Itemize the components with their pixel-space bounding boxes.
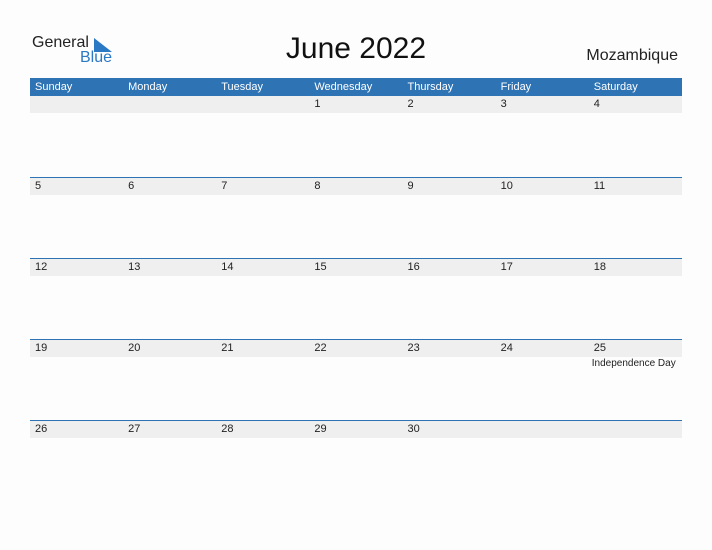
weekday-wednesday: Wednesday — [314, 81, 373, 93]
day-number: 25 — [593, 342, 606, 354]
holiday-event — [403, 357, 496, 371]
day-number: 14 — [221, 261, 234, 273]
day-number: 4 — [593, 98, 600, 110]
week-row: 5 6 7 8 9 10 11 — [30, 177, 682, 259]
events-row: Independence Day — [30, 357, 682, 371]
day-number: 5 — [35, 180, 42, 192]
day-number: 21 — [221, 342, 234, 354]
day-number: 30 — [407, 423, 420, 435]
day-number: 24 — [500, 342, 513, 354]
day-number: 3 — [500, 98, 507, 110]
day-number — [589, 421, 682, 438]
day-number — [496, 421, 589, 438]
day-number: 28 — [221, 423, 234, 435]
date-strip: 26 27 28 29 30 — [30, 421, 682, 438]
day-number: 2 — [407, 98, 414, 110]
day-number — [216, 96, 309, 113]
day-number: 19 — [35, 342, 48, 354]
day-number: 8 — [314, 180, 321, 192]
day-number — [30, 96, 123, 113]
holiday-event: Independence Day — [591, 358, 676, 369]
country-label: Mozambique — [586, 47, 678, 64]
weekday-sunday: Sunday — [35, 81, 73, 93]
holiday-event — [496, 357, 589, 371]
holiday-event — [309, 357, 402, 371]
day-number: 6 — [128, 180, 135, 192]
day-number: 20 — [128, 342, 141, 354]
day-number: 9 — [407, 180, 414, 192]
week-row: 1 2 3 4 — [30, 96, 682, 177]
week-row: 12 13 14 15 16 17 18 — [30, 258, 682, 340]
day-number: 29 — [314, 423, 327, 435]
day-number: 18 — [593, 261, 606, 273]
day-number: 22 — [314, 342, 327, 354]
weekday-thursday: Thursday — [407, 81, 454, 93]
weekday-saturday: Saturday — [593, 81, 638, 93]
day-number: 17 — [500, 261, 513, 273]
day-number: 23 — [407, 342, 420, 354]
day-number: 11 — [593, 180, 606, 192]
day-number: 13 — [128, 261, 141, 273]
week-row: 19 20 21 22 23 24 25 Independence Day — [30, 339, 682, 421]
date-strip: 12 13 14 15 16 17 18 — [30, 259, 682, 276]
weekday-friday: Friday — [500, 81, 532, 93]
weekday-monday: Monday — [128, 81, 168, 93]
date-strip: 5 6 7 8 9 10 11 — [30, 178, 682, 195]
day-number: 15 — [314, 261, 327, 273]
holiday-event — [216, 357, 309, 371]
day-number: 27 — [128, 423, 141, 435]
day-number: 10 — [500, 180, 513, 192]
week-row: 26 27 28 29 30 — [30, 420, 682, 502]
day-number: 7 — [221, 180, 228, 192]
weekday-header: Sunday Monday Tuesday Wednesday Thursday… — [30, 78, 682, 96]
day-number: 12 — [35, 261, 48, 273]
weekday-tuesday: Tuesday — [221, 81, 264, 93]
day-number — [123, 96, 216, 113]
day-number: 26 — [35, 423, 48, 435]
day-number: 1 — [314, 98, 321, 110]
holiday-event — [123, 357, 216, 371]
date-strip: 19 20 21 22 23 24 25 — [30, 340, 682, 357]
day-number: 16 — [407, 261, 420, 273]
date-strip: 1 2 3 4 — [30, 96, 682, 113]
holiday-event — [30, 357, 123, 371]
